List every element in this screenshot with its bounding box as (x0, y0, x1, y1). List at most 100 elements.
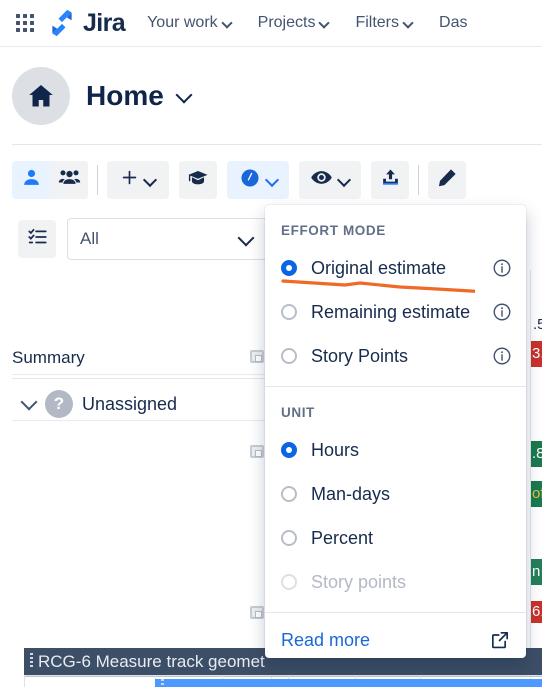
info-icon[interactable] (492, 346, 512, 366)
chevron-down-icon[interactable] (178, 89, 192, 103)
header-divider (12, 144, 542, 145)
toolbar-add-button[interactable] (107, 161, 169, 199)
filter-select[interactable]: All (67, 218, 267, 260)
option-label: Story points (311, 571, 407, 592)
option-label: Man-days (311, 483, 391, 504)
toolbar-view-button[interactable] (299, 161, 361, 199)
toolbar-divider (418, 165, 419, 195)
filter-select-value: All (80, 229, 99, 248)
people-group-icon (58, 166, 81, 194)
unit-option-story-points: Story points (265, 560, 526, 604)
grid-cell-value: 6.7 (531, 601, 542, 623)
radio-icon (281, 574, 297, 590)
toolbar-effort-mode-button[interactable] (227, 161, 289, 199)
unit-option-hours[interactable]: Hours (265, 428, 526, 472)
grid-row-divider (12, 420, 270, 421)
option-label: Story Points (311, 345, 409, 366)
nav-item-label: Filters (355, 14, 400, 31)
timeline-grid-line (24, 676, 542, 677)
effort-mode-dropdown: EFFORT MODE Original estimate Remaining … (265, 205, 526, 658)
read-more-link[interactable]: Read more (265, 613, 526, 658)
home-icon (12, 66, 70, 125)
radio-icon[interactable] (281, 304, 297, 320)
dropdown-section-unit-title: UNIT (281, 405, 315, 420)
toolbar-learn-button[interactable] (179, 161, 217, 199)
jira-brand[interactable]: Jira (48, 8, 126, 38)
column-resize-handle[interactable] (250, 606, 264, 619)
option-label: Percent (311, 527, 374, 548)
column-resize-handle[interactable] (250, 445, 264, 458)
grid-header-divider (12, 378, 270, 379)
radio-icon[interactable] (281, 442, 297, 458)
column-header-summary[interactable]: Summary (12, 348, 85, 368)
top-navigation-bar: Jira Your work Projects Filters Das (0, 0, 542, 47)
grid-column-divider[interactable] (530, 270, 531, 687)
nav-item-projects[interactable]: Projects (258, 14, 330, 32)
toolbar-team-button[interactable] (50, 161, 88, 199)
plus-icon (120, 168, 139, 192)
toolbar-edit-button[interactable] (428, 161, 466, 199)
upload-icon (380, 167, 401, 193)
jira-home-screen: Jira Your work Projects Filters Das Home… (0, 0, 542, 687)
grid-cell-value: .5 (533, 316, 542, 333)
drag-handle-icon[interactable] (161, 679, 165, 687)
group-row-label: Unassigned (82, 393, 178, 414)
nav-item-filters[interactable]: Filters (355, 14, 413, 32)
brand-name: Jira (83, 8, 126, 37)
radio-icon[interactable] (281, 486, 297, 502)
read-more-label: Read more (281, 629, 371, 650)
option-label: Hours (311, 439, 360, 460)
chevron-down-icon (404, 19, 413, 28)
chevron-down-icon (145, 175, 156, 186)
chevron-down-icon (339, 175, 350, 186)
chevron-down-icon[interactable] (22, 397, 36, 411)
checklist-icon-button[interactable] (18, 220, 56, 258)
page-header: Home (0, 47, 542, 144)
top-nav-items: Your work Projects Filters Das (147, 14, 467, 32)
timeline-selection-bar[interactable] (155, 679, 542, 687)
nav-item-label: Your work (147, 14, 218, 31)
info-icon[interactable] (492, 302, 512, 322)
drag-handle-icon[interactable] (30, 652, 34, 671)
gauge-effort-icon (239, 167, 261, 194)
effort-mode-option-original-estimate[interactable]: Original estimate (265, 246, 526, 290)
dropdown-section-effort-mode-title: EFFORT MODE (281, 223, 386, 238)
option-label: Remaining estimate (311, 301, 471, 322)
grid-cell-value: n C (531, 559, 542, 585)
grid-row-divider (12, 374, 270, 375)
graduation-cap-icon (187, 167, 209, 194)
chevron-down-icon (320, 19, 329, 28)
nav-item-dashboards[interactable]: Das (439, 14, 467, 32)
effort-mode-option-remaining-estimate[interactable]: Remaining estimate (265, 290, 526, 334)
toolbar-upload-button[interactable] (371, 161, 409, 199)
grid-cell-value: 3.0 (531, 341, 542, 367)
grid-cell-value: .8 (531, 441, 542, 467)
person-icon (21, 167, 42, 193)
avatar: ? (45, 390, 73, 418)
grid-apps-icon[interactable] (12, 10, 38, 36)
nav-item-your-work[interactable]: Your work (147, 14, 232, 32)
pencil-icon (436, 167, 458, 194)
toolbar-person-button[interactable] (12, 161, 50, 199)
radio-icon[interactable] (281, 530, 297, 546)
group-row-unassigned[interactable]: ? Unassigned (22, 390, 177, 418)
chevron-down-icon (223, 19, 232, 28)
page-title: Home (86, 79, 164, 111)
nav-item-label: Projects (257, 14, 316, 31)
column-resize-handle[interactable] (250, 350, 264, 363)
grid-cell-value: of ' (531, 481, 542, 507)
option-label: Original estimate (311, 257, 447, 278)
radio-icon[interactable] (281, 348, 297, 364)
effort-mode-option-story-points[interactable]: Story Points (265, 334, 526, 378)
radio-icon[interactable] (281, 260, 297, 276)
jira-logo-icon (48, 9, 76, 37)
timeline-grid-line (24, 676, 25, 687)
info-icon[interactable] (492, 258, 512, 278)
unit-option-percent[interactable]: Percent (265, 516, 526, 560)
chevron-down-icon (240, 232, 254, 246)
checklist-icon (27, 226, 48, 252)
timeline-task-label: RCG-6 Measure track geomet (38, 651, 265, 671)
nav-item-label: Das (439, 14, 468, 31)
unit-option-man-days[interactable]: Man-days (265, 472, 526, 516)
toolbar (0, 152, 542, 208)
